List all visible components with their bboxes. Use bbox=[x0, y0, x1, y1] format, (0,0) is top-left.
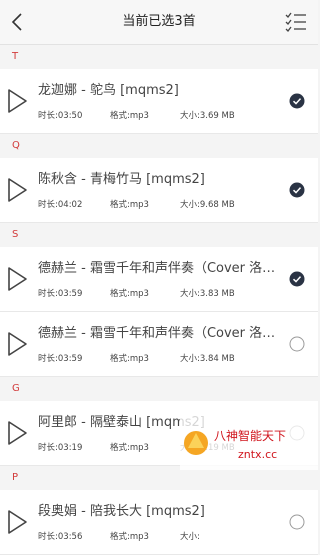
section-letter: G bbox=[0, 377, 318, 401]
song-size: 大小:3.69 MB bbox=[180, 109, 235, 121]
song-format: 格式:mp3 bbox=[110, 530, 149, 542]
size-label: 大小: bbox=[180, 289, 200, 299]
song-title: 德赫兰 - 霜雪千年和声伴奏（Cover 洛… bbox=[38, 261, 276, 276]
song-title: 德赫兰 - 霜雪千年和声伴奏（Cover 洛… bbox=[38, 326, 276, 341]
duration-value: 03:19 bbox=[57, 443, 83, 453]
format-value: mp3 bbox=[129, 111, 149, 121]
watermark-logo: 八神智能天下 zntx.cc bbox=[180, 416, 318, 470]
format-label: 格式: bbox=[110, 532, 130, 542]
size-label: 大小: bbox=[180, 532, 200, 542]
song-format: 格式:mp3 bbox=[110, 198, 149, 210]
song-row[interactable]: 陈秋含 - 青梅竹马 [mqms2] 时长:04:02 格式:mp3 大小:9.68 … bbox=[0, 158, 318, 223]
duration-label: 时长: bbox=[38, 200, 58, 210]
song-size: 大小:3.84 MB bbox=[180, 352, 235, 364]
duration-label: 时长: bbox=[38, 443, 58, 453]
song-duration: 时长:04:02 bbox=[38, 198, 82, 210]
format-value: mp3 bbox=[129, 289, 149, 299]
duration-label: 时长: bbox=[38, 354, 58, 364]
format-label: 格式: bbox=[110, 289, 130, 299]
duration-value: 03:56 bbox=[57, 532, 83, 542]
duration-label: 时长: bbox=[38, 289, 58, 299]
song-list: T 龙迦娜 - 鸵鸟 [mqms2] 时长:03:50 格式:mp3 大小:3.69 M… bbox=[0, 45, 318, 555]
duration-label: 时长: bbox=[38, 532, 58, 542]
song-title: 陈秋含 - 青梅竹马 [mqms2] bbox=[38, 172, 205, 187]
song-duration: 时长:03:59 bbox=[38, 352, 82, 364]
checklist-icon[interactable] bbox=[284, 10, 308, 34]
size-label: 大小: bbox=[180, 200, 200, 210]
song-duration: 时长:03:50 bbox=[38, 109, 82, 121]
format-value: mp3 bbox=[129, 200, 149, 210]
page-title: 当前已选3首 bbox=[122, 14, 196, 29]
size-label: 大小: bbox=[180, 111, 200, 121]
svg-text:八神智能天下: 八神智能天下 bbox=[214, 428, 286, 443]
duration-label: 时长: bbox=[38, 111, 58, 121]
svg-text:zntx.cc: zntx.cc bbox=[238, 448, 277, 461]
play-icon[interactable] bbox=[6, 331, 28, 357]
song-format: 格式:mp3 bbox=[110, 352, 149, 364]
play-icon[interactable] bbox=[6, 88, 28, 114]
song-size: 大小: bbox=[180, 530, 200, 542]
section-letter: Q bbox=[0, 134, 318, 158]
format-label: 格式: bbox=[110, 111, 130, 121]
play-icon[interactable] bbox=[6, 420, 28, 446]
size-label: 大小: bbox=[180, 354, 200, 364]
top-bar: 当前已选3首 bbox=[0, 0, 318, 45]
play-icon[interactable] bbox=[6, 266, 28, 292]
song-format: 格式:mp3 bbox=[110, 441, 149, 453]
format-value: mp3 bbox=[129, 532, 149, 542]
format-label: 格式: bbox=[110, 200, 130, 210]
play-icon[interactable] bbox=[6, 177, 28, 203]
checked-circle-icon[interactable] bbox=[289, 93, 305, 109]
size-value: 3.83 MB bbox=[199, 289, 235, 299]
song-row[interactable]: 德赫兰 - 霜雪千年和声伴奏（Cover 洛… 时长:03:59 格式:mp3 大小:… bbox=[0, 312, 318, 377]
play-icon[interactable] bbox=[6, 509, 28, 535]
format-label: 格式: bbox=[110, 354, 130, 364]
song-title: 段奥娟 - 陪我长大 [mqms2] bbox=[38, 504, 205, 519]
song-row[interactable]: 段奥娟 - 陪我长大 [mqms2] 时长:03:56 格式:mp3 大小: bbox=[0, 490, 318, 555]
unchecked-circle-icon[interactable] bbox=[289, 514, 305, 530]
unchecked-circle-icon[interactable] bbox=[289, 336, 305, 352]
duration-value: 03:50 bbox=[57, 111, 83, 121]
format-value: mp3 bbox=[129, 354, 149, 364]
song-title: 龙迦娜 - 鸵鸟 [mqms2] bbox=[38, 83, 179, 98]
section-letter: S bbox=[0, 223, 318, 247]
size-value: 3.84 MB bbox=[199, 354, 235, 364]
song-size: 大小:9.68 MB bbox=[180, 198, 235, 210]
song-duration: 时长:03:19 bbox=[38, 441, 82, 453]
duration-value: 03:59 bbox=[57, 289, 83, 299]
song-size: 大小:3.83 MB bbox=[180, 287, 235, 299]
song-format: 格式:mp3 bbox=[110, 109, 149, 121]
checked-circle-icon[interactable] bbox=[289, 271, 305, 287]
checked-circle-icon[interactable] bbox=[289, 182, 305, 198]
song-row[interactable]: 龙迦娜 - 鸵鸟 [mqms2] 时长:03:50 格式:mp3 大小:3.69 MB bbox=[0, 69, 318, 134]
song-format: 格式:mp3 bbox=[110, 287, 149, 299]
format-value: mp3 bbox=[129, 443, 149, 453]
duration-value: 04:02 bbox=[57, 200, 83, 210]
format-label: 格式: bbox=[110, 443, 130, 453]
song-row[interactable]: 德赫兰 - 霜雪千年和声伴奏（Cover 洛… 时长:03:59 格式:mp3 大小:… bbox=[0, 247, 318, 312]
duration-value: 03:59 bbox=[57, 354, 83, 364]
size-value: 9.68 MB bbox=[199, 200, 235, 210]
size-value: 3.69 MB bbox=[199, 111, 235, 121]
song-duration: 时长:03:59 bbox=[38, 287, 82, 299]
section-letter: T bbox=[0, 45, 318, 69]
song-duration: 时长:03:56 bbox=[38, 530, 82, 542]
